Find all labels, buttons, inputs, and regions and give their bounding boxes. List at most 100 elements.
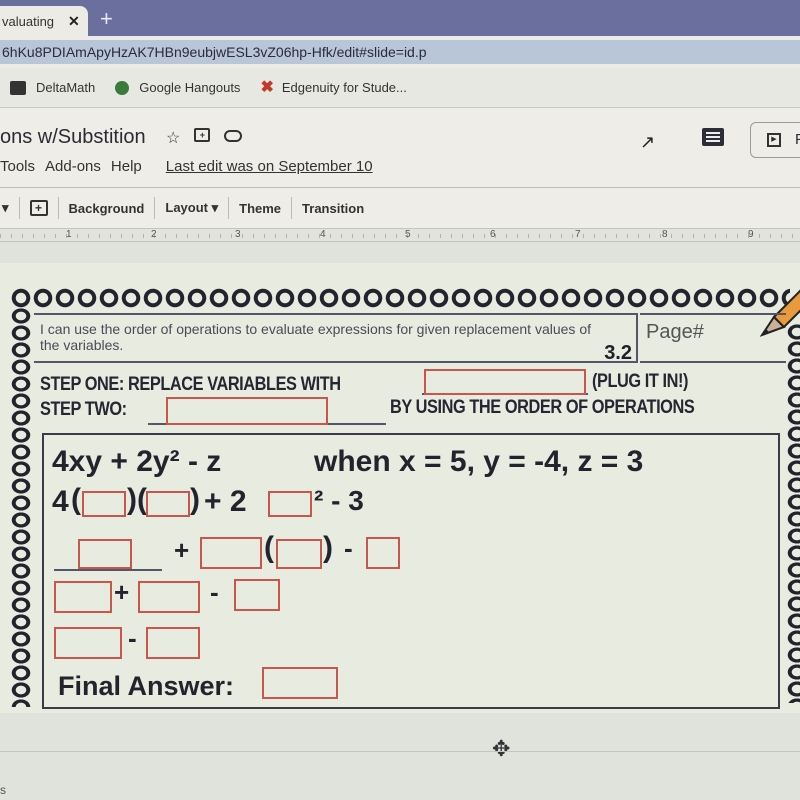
layout-button[interactable]: Layout ▾ bbox=[165, 200, 218, 216]
step-one-text: STEP ONE: REPLACE VARIABLES WITH bbox=[40, 374, 341, 395]
bookmark-edgenuity[interactable]: ✖ Edgenuity for Stude... bbox=[260, 78, 407, 96]
toolbar-divider bbox=[18, 197, 20, 219]
ruler-mark: 6 bbox=[490, 229, 496, 240]
paren-close: ) bbox=[190, 483, 200, 516]
learning-objective: I can use the order of operations to eva… bbox=[34, 313, 638, 363]
row5-box-1[interactable] bbox=[54, 627, 122, 659]
minus-sign: - bbox=[128, 623, 137, 653]
cloud-status-icon[interactable] bbox=[224, 130, 243, 142]
final-answer-box[interactable] bbox=[262, 667, 338, 699]
move-cursor-icon: ✥ bbox=[492, 736, 511, 761]
paren-open: ( bbox=[264, 531, 274, 564]
row4-box-2[interactable] bbox=[138, 581, 200, 613]
slide[interactable]: I can use the order of operations to eva… bbox=[0, 263, 800, 713]
transition-button[interactable]: Transition bbox=[302, 201, 364, 216]
menu-addons[interactable]: Add-ons bbox=[45, 158, 101, 175]
bookmark-hangouts[interactable]: Google Hangouts bbox=[115, 80, 240, 95]
row3-product-box[interactable] bbox=[78, 539, 132, 569]
hangouts-icon bbox=[115, 80, 130, 95]
row3-square-box[interactable] bbox=[276, 539, 322, 569]
browser-tab-bar: valuating ✕ + bbox=[0, 0, 800, 36]
title-icons: ☆ + bbox=[166, 128, 243, 148]
browser-tab[interactable]: valuating ✕ bbox=[0, 6, 88, 36]
ruler-mark: 1 bbox=[66, 229, 72, 240]
bookmarks-bar: DeltaMath Google Hangouts ✖ Edgenuity fo… bbox=[0, 68, 800, 108]
star-icon[interactable]: ☆ bbox=[166, 128, 180, 148]
toolbar: ▾ + Background Layout ▾ Theme Transition bbox=[0, 188, 800, 228]
scalloped-border-left bbox=[10, 307, 32, 707]
row4-box-1[interactable] bbox=[54, 581, 112, 613]
row5-box-2[interactable] bbox=[146, 627, 200, 659]
y-substitution-box[interactable] bbox=[146, 491, 190, 517]
step-two-answer-box[interactable] bbox=[166, 397, 328, 425]
row3-underline bbox=[54, 569, 162, 571]
background-button[interactable]: Background bbox=[69, 201, 145, 216]
activity-trend-icon[interactable]: ↗ bbox=[640, 132, 655, 153]
scalloped-border-top bbox=[10, 287, 790, 309]
ruler-mark: 4 bbox=[320, 229, 326, 240]
page-number-label: Page# bbox=[640, 313, 786, 363]
present-icon: ▶ bbox=[767, 133, 781, 147]
plus-sign: + bbox=[174, 535, 190, 565]
y-squared-substitution-box[interactable] bbox=[268, 491, 312, 517]
ruler-mark: 8 bbox=[662, 229, 668, 240]
toolbar-divider bbox=[228, 197, 230, 219]
step-one-answer-box[interactable] bbox=[424, 369, 586, 395]
row4-box-3[interactable] bbox=[234, 579, 280, 611]
menu-tools[interactable]: Tools bbox=[0, 158, 35, 175]
plus-sign: + bbox=[114, 577, 130, 607]
objective-text: I can use the order of operations to eva… bbox=[40, 321, 591, 353]
present-label: P bbox=[795, 131, 800, 148]
present-button[interactable]: ▶ P bbox=[750, 122, 800, 158]
ruler-mark: 7 bbox=[575, 229, 581, 240]
theme-button[interactable]: Theme bbox=[239, 201, 281, 216]
row2-plus-two: + 2 bbox=[204, 485, 247, 518]
new-comment-icon[interactable]: + bbox=[29, 200, 48, 216]
url-input[interactable]: 6hKu8PDIAmApyHzAK7HBn9eubjwESL3vZ06hp-Hf… bbox=[0, 40, 800, 64]
bookmark-label: Edgenuity for Stude... bbox=[281, 80, 407, 95]
step-two-text: STEP TWO: bbox=[40, 399, 127, 420]
ruler: 1 2 3 4 5 6 7 8 9 bbox=[0, 228, 800, 242]
new-tab-button[interactable]: + bbox=[100, 6, 113, 32]
move-to-folder-icon[interactable]: + bbox=[194, 128, 211, 142]
toolbar-divider bbox=[57, 197, 59, 219]
work-area: 4xy + 2y² - z when x = 5, y = -4, z = 3 … bbox=[42, 433, 780, 709]
minus-sign: - bbox=[344, 533, 353, 563]
edgenuity-icon: ✖ bbox=[260, 78, 274, 96]
document-title[interactable]: ons w/Substition bbox=[0, 126, 146, 149]
deltamath-icon bbox=[10, 80, 26, 95]
menu-help[interactable]: Help bbox=[111, 158, 142, 175]
step-one-suffix: (PLUG IT IN!) bbox=[592, 371, 689, 392]
paren-close-open: )( bbox=[127, 483, 147, 516]
lesson-number: 3.2 bbox=[604, 342, 632, 364]
paren-open: ( bbox=[71, 483, 81, 516]
given-values: when x = 5, y = -4, z = 3 bbox=[314, 445, 644, 478]
tab-close-icon[interactable]: ✕ bbox=[68, 13, 80, 30]
address-bar: 6hKu8PDIAmApyHzAK7HBn9eubjwESL3vZ06hp-Hf… bbox=[0, 36, 800, 68]
ruler-mark: 3 bbox=[235, 229, 241, 240]
row2-square-minus: ² - 3 bbox=[314, 485, 364, 516]
comments-icon[interactable] bbox=[702, 128, 724, 146]
final-answer-label: Final Answer: bbox=[58, 671, 235, 701]
ruler-mark: 5 bbox=[405, 229, 411, 240]
last-edit-link[interactable]: Last edit was on September 10 bbox=[166, 158, 373, 175]
toolbar-divider bbox=[154, 197, 156, 219]
row2-coefficient: 4 bbox=[52, 485, 69, 518]
toolbar-dropdown-arrow-icon[interactable]: ▾ bbox=[2, 200, 9, 216]
tab-title: valuating bbox=[2, 13, 55, 29]
row3-coef-box[interactable] bbox=[200, 537, 262, 569]
ruler-mark: 9 bbox=[748, 229, 754, 240]
minus-sign: - bbox=[210, 577, 219, 607]
bookmark-deltamath[interactable]: DeltaMath bbox=[10, 80, 95, 95]
slide-canvas[interactable]: I can use the order of operations to eva… bbox=[0, 243, 800, 800]
corner-text: s bbox=[0, 783, 6, 797]
bookmark-label: Google Hangouts bbox=[139, 80, 241, 95]
bookmark-label: DeltaMath bbox=[36, 80, 96, 95]
ruler-ticks bbox=[0, 234, 800, 238]
menu-bar: Tools Add-ons Help Last edit was on Sept… bbox=[0, 158, 383, 175]
row3-z-box[interactable] bbox=[366, 537, 400, 569]
paren-close: ) bbox=[323, 531, 333, 564]
toolbar-divider bbox=[291, 197, 293, 219]
x-substitution-box[interactable] bbox=[82, 491, 126, 517]
scalloped-border-right bbox=[786, 323, 800, 703]
